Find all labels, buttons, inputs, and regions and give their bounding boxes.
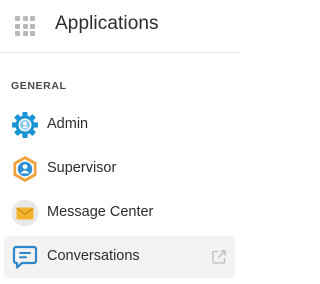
nav-item-label: Conversations	[47, 248, 140, 264]
nav-item-label: Message Center	[47, 204, 154, 220]
grid-dot	[30, 31, 35, 36]
nav-item-admin[interactable]: Admin	[4, 104, 235, 146]
admin-gear-icon	[12, 112, 38, 138]
external-link-icon[interactable]	[211, 249, 227, 265]
nav-item-conversations[interactable]: Conversations	[4, 236, 235, 278]
nav-item-message-center[interactable]: Message Center	[4, 192, 235, 234]
supervisor-hexagon-icon	[13, 156, 37, 182]
grid-dot	[22, 31, 28, 36]
grid-dot	[30, 23, 35, 29]
nav-item-label: Admin	[47, 116, 89, 132]
app-grid-icon[interactable]	[15, 16, 35, 36]
page-title: Applications	[55, 13, 159, 34]
nav-item-supervisor[interactable]: Supervisor	[4, 148, 235, 190]
grid-dot	[15, 31, 20, 36]
grid-dot	[15, 23, 20, 29]
section-label-general: GENERAL	[11, 80, 67, 92]
nav-item-label: Supervisor	[47, 160, 117, 176]
envelope-icon	[11, 199, 39, 227]
app-header: Applications	[0, 0, 239, 52]
grid-dot	[30, 16, 35, 21]
grid-dot	[15, 16, 20, 21]
grid-dot	[22, 23, 28, 29]
grid-dot	[22, 16, 28, 21]
chat-bubble-icon	[12, 245, 38, 269]
header-divider	[0, 52, 239, 53]
